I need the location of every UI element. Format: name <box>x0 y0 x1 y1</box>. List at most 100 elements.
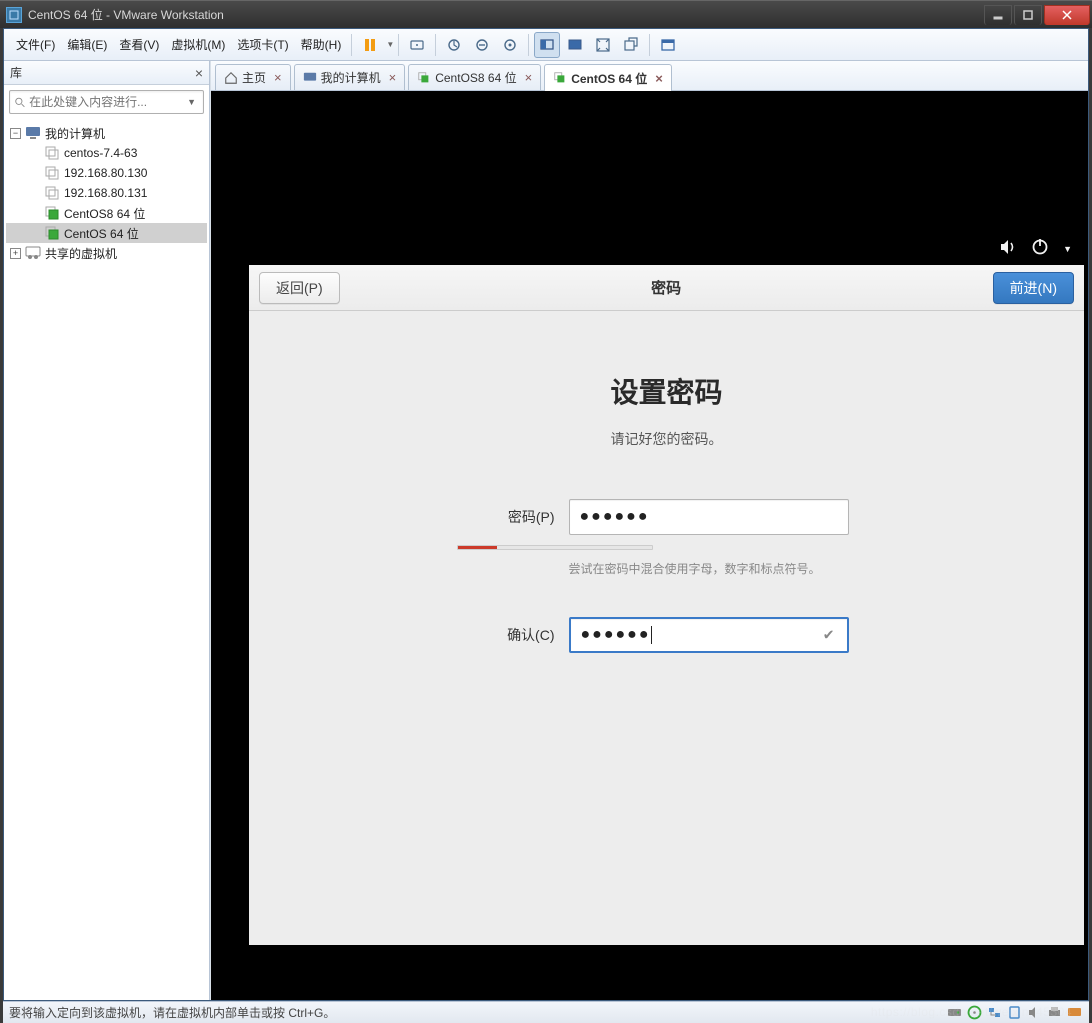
search-input[interactable] <box>29 95 184 109</box>
tray-usb-icon[interactable] <box>1006 1005 1023 1020</box>
tree-root-shared[interactable]: + 共享的虚拟机 <box>6 243 207 263</box>
strength-seg-4 <box>574 546 613 549</box>
menu-file[interactable]: 文件(F) <box>10 32 61 57</box>
send-ctrl-alt-del-button[interactable] <box>404 32 430 58</box>
home-icon <box>224 71 238 85</box>
tray-cd-icon[interactable] <box>966 1005 983 1020</box>
vm-console[interactable]: ▼ 返回(P) 密码 前进(N) 设置密码 请记好您的密码。 密码(P) ●●●… <box>211 91 1088 1000</box>
snapshot-revert-button[interactable] <box>469 32 495 58</box>
tab-centos8[interactable]: CentOS8 64 位 × <box>408 64 541 90</box>
view-console-button[interactable] <box>534 32 560 58</box>
monitor-icon <box>25 125 41 141</box>
pause-button[interactable] <box>357 32 383 58</box>
back-button[interactable]: 返回(P) <box>259 272 340 304</box>
tree-item[interactable]: 192.168.80.130 <box>6 163 207 183</box>
tree-item[interactable]: CentOS8 64 位 <box>6 203 207 223</box>
confirm-input[interactable]: ●●●●●● ✔ <box>569 617 849 653</box>
collapse-icon[interactable]: − <box>10 128 21 139</box>
search-dropdown-icon[interactable]: ▼ <box>184 97 199 107</box>
separator <box>398 34 399 56</box>
separator <box>351 34 352 56</box>
vm-on-icon <box>44 225 60 241</box>
tray-net-icon[interactable] <box>986 1005 1003 1020</box>
confirm-label: 确认(C) <box>485 625 555 645</box>
content: 主页 × 我的计算机 × CentOS8 64 位 × CentOS 64 位 … <box>210 61 1088 1000</box>
sidebar-tree: − 我的计算机 centos-7.4-63 192.168.80.130 192… <box>4 119 209 267</box>
guest-top-bar: ▼ <box>987 235 1084 263</box>
tray-printer-icon[interactable] <box>1046 1005 1063 1020</box>
tray-message-icon[interactable] <box>1066 1005 1083 1020</box>
tab-label: CentOS 64 位 <box>571 70 647 87</box>
separator <box>649 34 650 56</box>
tab-close-icon[interactable]: × <box>525 70 533 85</box>
app-body: 文件(F) 编辑(E) 查看(V) 虚拟机(M) 选项卡(T) 帮助(H) ▼ … <box>3 28 1089 1001</box>
tab-centos64-active[interactable]: CentOS 64 位 × <box>544 64 672 91</box>
hint-row: 尝试在密码中混合使用字母，数字和标点符号。 <box>289 550 1044 577</box>
tab-mycomputer[interactable]: 我的计算机 × <box>294 64 406 90</box>
tree-root-mycomputer[interactable]: − 我的计算机 <box>6 123 207 143</box>
window-title: CentOS 64 位 - VMware Workstation <box>28 6 224 23</box>
tray-hdd-icon[interactable] <box>946 1005 963 1020</box>
app-icon <box>6 7 22 23</box>
view-library-button[interactable] <box>655 32 681 58</box>
dialog-bar: 返回(P) 密码 前进(N) <box>249 265 1084 311</box>
tree-item[interactable]: 192.168.80.131 <box>6 183 207 203</box>
vm-on-icon <box>417 71 431 85</box>
main-row: 库 × ▼ − 我的计算机 centos-7.4-63 <box>4 61 1088 1000</box>
view-unity-button[interactable] <box>618 32 644 58</box>
tree-root-label: 我的计算机 <box>45 125 105 142</box>
vm-off-icon <box>44 185 60 201</box>
password-label: 密码(P) <box>485 507 555 527</box>
shared-icon <box>25 245 41 261</box>
confirm-row: 确认(C) ●●●●●● ✔ <box>289 617 1044 653</box>
status-tray <box>946 1005 1083 1020</box>
password-input[interactable]: ●●●●●● <box>569 499 849 535</box>
view-fullscreen-button[interactable] <box>590 32 616 58</box>
strength-seg-3 <box>536 546 575 549</box>
status-text: 要将输入定向到该虚拟机，请在虚拟机内部单击或按 Ctrl+G。 <box>9 1004 335 1021</box>
vm-off-icon <box>44 145 60 161</box>
tree-item-selected[interactable]: CentOS 64 位 <box>6 223 207 243</box>
strength-seg-1 <box>458 546 497 549</box>
sidebar-close-icon[interactable]: × <box>195 65 203 81</box>
tree-item-label: CentOS8 64 位 <box>64 205 145 222</box>
dialog-body: 设置密码 请记好您的密码。 密码(P) ●●●●●● <box>249 311 1084 945</box>
minimize-button[interactable] <box>984 5 1012 25</box>
menubar: 文件(F) 编辑(E) 查看(V) 虚拟机(M) 选项卡(T) 帮助(H) ▼ <box>4 29 1088 61</box>
volume-icon[interactable] <box>999 238 1017 261</box>
tab-close-icon[interactable]: × <box>274 70 282 85</box>
menu-tabs[interactable]: 选项卡(T) <box>231 32 294 57</box>
search-box[interactable]: ▼ <box>9 90 204 114</box>
separator <box>528 34 529 56</box>
maximize-button[interactable] <box>1014 5 1042 25</box>
text-cursor <box>651 626 652 644</box>
tree-item-label: 192.168.80.130 <box>64 166 147 180</box>
tab-close-icon[interactable]: × <box>389 70 397 85</box>
dialog-title: 密码 <box>340 277 993 298</box>
monitor-icon <box>303 71 317 85</box>
snapshot-button[interactable] <box>441 32 467 58</box>
tab-label: CentOS8 64 位 <box>435 69 516 86</box>
tab-home[interactable]: 主页 × <box>215 64 291 90</box>
dropdown-arrow-icon[interactable]: ▼ <box>1063 244 1072 254</box>
sidebar-search: ▼ <box>4 85 209 119</box>
dropdown-arrow-icon[interactable]: ▼ <box>386 40 394 49</box>
power-icon[interactable] <box>1031 238 1049 261</box>
vm-off-icon <box>44 165 60 181</box>
tray-sound-icon[interactable] <box>1026 1005 1043 1020</box>
menu-help[interactable]: 帮助(H) <box>295 32 348 57</box>
back-button-label: 返回(P) <box>276 278 323 298</box>
tab-close-icon[interactable]: × <box>655 71 663 86</box>
view-stretch-button[interactable] <box>562 32 588 58</box>
tree-item[interactable]: centos-7.4-63 <box>6 143 207 163</box>
close-button[interactable] <box>1044 5 1090 25</box>
menu-vm[interactable]: 虚拟机(M) <box>165 32 231 57</box>
forward-button-label: 前进(N) <box>1010 278 1057 298</box>
expand-icon[interactable]: + <box>10 248 21 259</box>
snapshot-manager-button[interactable] <box>497 32 523 58</box>
forward-button[interactable]: 前进(N) <box>993 272 1074 304</box>
tab-strip: 主页 × 我的计算机 × CentOS8 64 位 × CentOS 64 位 … <box>211 61 1088 91</box>
separator <box>435 34 436 56</box>
menu-view[interactable]: 查看(V) <box>113 32 165 57</box>
menu-edit[interactable]: 编辑(E) <box>61 32 113 57</box>
